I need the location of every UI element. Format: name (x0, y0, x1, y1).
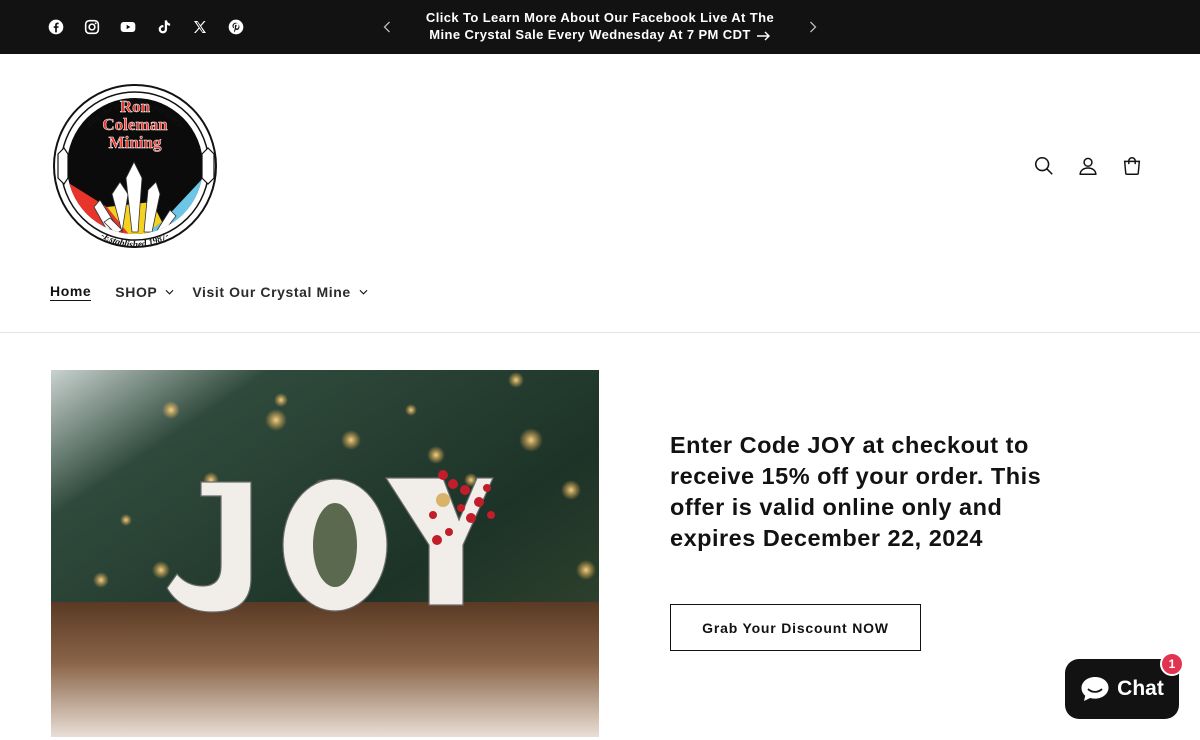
search-icon[interactable] (1032, 154, 1056, 178)
nav-item-shop[interactable]: SHOP (115, 284, 174, 300)
instagram-icon[interactable] (83, 18, 101, 36)
grab-discount-button[interactable]: Grab Your Discount NOW (670, 604, 921, 651)
header-divider (0, 332, 1200, 333)
logo-line-2: Coleman (102, 115, 168, 134)
facebook-icon[interactable] (47, 18, 65, 36)
chevron-down-icon (165, 289, 174, 295)
announcement-bar: Click To Learn More About Our Facebook L… (0, 0, 1200, 54)
hero-joy-image (51, 370, 599, 737)
ron-coleman-mining-logo[interactable]: -Dig the crystal experience- -Establishe… (52, 82, 218, 250)
cart-icon[interactable] (1120, 154, 1144, 178)
main-nav: Home SHOP Visit Our Crystal Mine (50, 282, 368, 302)
announcement-prev-button[interactable] (380, 18, 394, 36)
announcement-text[interactable]: Click To Learn More About Our Facebook L… (400, 9, 800, 43)
chat-bubble-icon (1081, 677, 1109, 701)
arrow-right-icon (756, 31, 770, 41)
x-icon[interactable] (191, 18, 209, 36)
youtube-icon[interactable] (119, 18, 137, 36)
tiktok-icon[interactable] (155, 18, 173, 36)
nav-home-label: Home (50, 283, 92, 301)
account-icon[interactable] (1076, 154, 1100, 178)
pinterest-icon[interactable] (227, 18, 245, 36)
announcement-next-button[interactable] (806, 18, 820, 36)
logo-line-1: Ron (120, 97, 151, 116)
chevron-down-icon (359, 289, 368, 295)
hero-heading: Enter Code JOY at checkout to receive 15… (670, 432, 1042, 551)
logo-line-3: Mining (109, 133, 162, 152)
nav-shop-label: SHOP (115, 284, 158, 300)
nav-item-visit-mine[interactable]: Visit Our Crystal Mine (192, 284, 368, 300)
nav-item-home[interactable]: Home (50, 283, 92, 301)
announcement-line-2: Mine Crystal Sale Every Wednesday At 7 P… (429, 27, 751, 42)
nav-visit-label: Visit Our Crystal Mine (192, 284, 351, 300)
announcement-link[interactable]: Click To Learn More About Our Facebook L… (426, 10, 774, 42)
chat-notification-badge: 1 (1160, 652, 1184, 676)
announcement-line-1: Click To Learn More About Our Facebook L… (425, 10, 775, 25)
chat-label: Chat (1117, 677, 1164, 700)
